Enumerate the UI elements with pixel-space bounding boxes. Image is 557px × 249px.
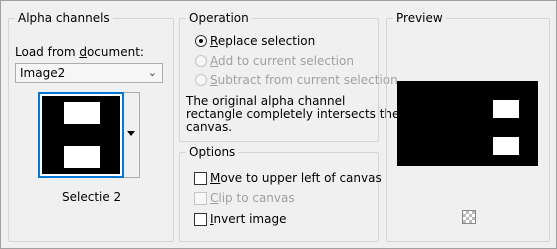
options-title: Options — [186, 145, 239, 159]
radio-replace-selection[interactable] — [195, 35, 207, 47]
thumbnail-preview-image — [42, 96, 120, 174]
preview-shape-bottom — [493, 137, 519, 155]
checkbox-invert-image[interactable] — [194, 213, 207, 226]
operation-title: Operation — [186, 11, 252, 25]
alpha-channels-title: Alpha channels — [15, 11, 113, 25]
radio-add-to-selection-label[interactable]: Add to current selection — [210, 54, 354, 68]
radio-add-to-selection[interactable] — [195, 55, 207, 67]
triangle-down-icon — [127, 131, 135, 136]
alpha-channel-thumbnail[interactable] — [38, 92, 124, 178]
document-select-value: Image2 — [20, 66, 66, 80]
preview-canvas — [397, 81, 538, 166]
transparency-toggle-icon[interactable] — [462, 210, 476, 224]
checkbox-move-to-upper-left[interactable] — [194, 172, 207, 185]
thumbnail-dropdown-button[interactable] — [124, 92, 140, 178]
chevron-down-icon: ⌄ — [147, 66, 157, 79]
preview-shape-top — [493, 100, 519, 118]
thumbnail-caption: Selectie 2 — [62, 190, 122, 204]
operation-message-line-2: rectangle completely intersects the — [186, 107, 400, 121]
operation-message-line-3: canvas. — [186, 120, 233, 134]
document-select[interactable]: Image2 ⌄ — [15, 63, 163, 83]
checkbox-clip-to-canvas[interactable] — [194, 192, 207, 205]
operation-message-line-1: The original alpha channel — [186, 94, 346, 108]
radio-subtract-from-selection[interactable] — [195, 74, 207, 86]
radio-subtract-from-selection-label[interactable]: Subtract from current selection — [210, 73, 398, 87]
checkbox-invert-image-label[interactable]: Invert image — [210, 212, 286, 226]
checkbox-clip-to-canvas-label[interactable]: Clip to canvas — [210, 191, 295, 205]
radio-selected-dot — [199, 39, 203, 43]
preview-title: Preview — [393, 11, 446, 25]
checkbox-move-to-upper-left-label[interactable]: Move to upper left of canvas — [210, 171, 382, 185]
radio-replace-selection-label[interactable]: Replace selection — [210, 34, 315, 48]
load-from-document-label: Load from document: — [15, 45, 144, 59]
